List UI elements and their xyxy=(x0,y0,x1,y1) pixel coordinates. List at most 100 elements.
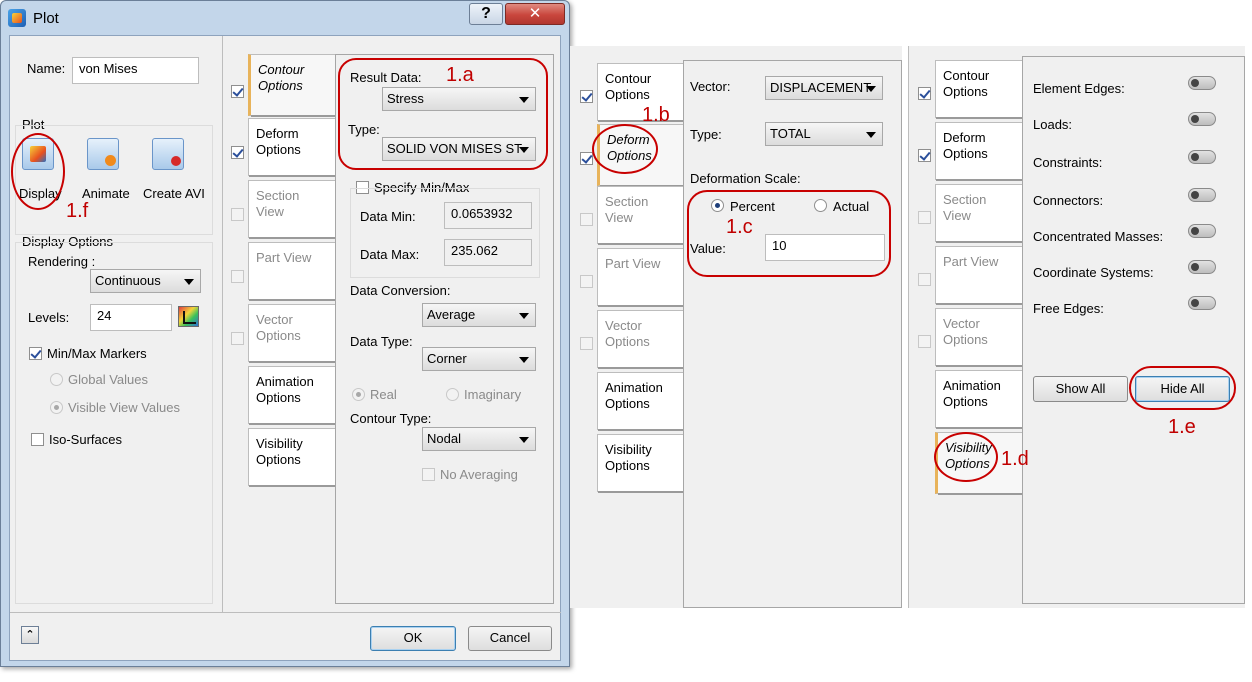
tab-vector-checkbox[interactable] xyxy=(231,332,244,345)
chevron-down-icon xyxy=(866,86,876,92)
vector-select[interactable]: DISPLACEMENT xyxy=(765,76,883,100)
free-edges-toggle[interactable] xyxy=(1188,296,1216,310)
annotation-1b-label: 1.b xyxy=(642,104,670,126)
tab-section-view[interactable]: Section View xyxy=(597,186,683,245)
data-max-label: Data Max: xyxy=(360,247,420,262)
tab-deform-checkbox[interactable] xyxy=(231,146,244,159)
rendering-select[interactable]: Continuous xyxy=(90,269,201,293)
visibility-item-label: Element Edges: xyxy=(1033,81,1125,96)
levels-input[interactable]: 24 xyxy=(90,304,172,331)
column-divider xyxy=(222,36,223,612)
global-values-radio[interactable] xyxy=(50,373,63,386)
imaginary-radio[interactable] xyxy=(446,388,459,401)
tab-vector-options[interactable]: Vector Options xyxy=(597,310,683,369)
annotation-1a-box xyxy=(338,58,548,170)
constraints-toggle[interactable] xyxy=(1188,150,1216,164)
tab-animation-options[interactable]: Animation Options xyxy=(935,370,1022,429)
create-avi-icon xyxy=(171,156,181,166)
connectors-toggle[interactable] xyxy=(1188,188,1216,202)
visibility-item-label: Connectors: xyxy=(1033,193,1104,208)
tab-animation-options[interactable]: Animation Options xyxy=(248,366,335,425)
tab-contour-options[interactable]: Contour Options xyxy=(935,60,1022,119)
close-button[interactable]: ✕ xyxy=(505,3,565,25)
tab-section-view[interactable]: Section View xyxy=(248,180,335,239)
footer-divider xyxy=(10,612,561,613)
tab-part-view[interactable]: Part View xyxy=(597,248,683,307)
tab-vector-options[interactable]: Vector Options xyxy=(935,308,1022,367)
tab-part-view-checkbox[interactable] xyxy=(580,275,593,288)
data-conversion-select[interactable]: Average xyxy=(422,303,536,327)
tab-contour-options[interactable]: Contour Options xyxy=(248,54,335,117)
iso-surfaces-label: Iso-Surfaces xyxy=(49,432,122,447)
tab-deform-options[interactable]: Deform Options xyxy=(935,122,1022,181)
chevron-down-icon xyxy=(519,437,529,443)
coordinate-systems-toggle[interactable] xyxy=(1188,260,1216,274)
annotation-1d-ellipse xyxy=(934,432,998,482)
visibility-options-crop: Contour Options Deform Options Section Vie… xyxy=(908,46,1245,608)
element-edges-toggle[interactable] xyxy=(1188,76,1216,90)
tab-section-view[interactable]: Section View xyxy=(935,184,1022,243)
tab-deform-checkbox[interactable] xyxy=(918,149,931,162)
rendering-label: Rendering : xyxy=(28,254,96,269)
show-all-button[interactable]: Show All xyxy=(1033,376,1128,402)
loads-toggle[interactable] xyxy=(1188,112,1216,126)
no-averaging-checkbox[interactable] xyxy=(422,468,435,481)
iso-surfaces-checkbox[interactable] xyxy=(31,433,44,446)
tab-vector-checkbox[interactable] xyxy=(580,337,593,350)
data-conversion-label: Data Conversion: xyxy=(350,283,451,298)
animate-button[interactable] xyxy=(87,138,119,170)
tab-section-view-checkbox[interactable] xyxy=(580,213,593,226)
annotation-1a-label: 1.a xyxy=(446,64,474,86)
tab-animation-options[interactable]: Animation Options xyxy=(597,372,683,431)
tab-visibility-options[interactable]: Visibility Options xyxy=(597,434,683,493)
close-icon: ✕ xyxy=(528,5,542,22)
data-min-field[interactable]: 0.0653932 xyxy=(444,202,532,229)
tab-section-view-checkbox[interactable] xyxy=(231,208,244,221)
annotation-1b-ellipse xyxy=(592,124,658,174)
annotation-1f-ellipse xyxy=(11,133,65,210)
tab-vector-options[interactable]: Vector Options xyxy=(248,304,335,363)
tab-deform-options[interactable]: Deform Options xyxy=(248,118,335,177)
tab-deform-checkbox[interactable] xyxy=(580,152,593,165)
visible-view-values-radio[interactable] xyxy=(50,401,63,414)
data-type-select[interactable]: Corner xyxy=(422,347,536,371)
real-radio[interactable] xyxy=(352,388,365,401)
visibility-item-label: Concentrated Masses: xyxy=(1033,229,1164,244)
tab-contour-options[interactable]: Contour Options xyxy=(597,63,683,122)
help-button[interactable]: ? xyxy=(469,3,503,25)
tab-visibility-options[interactable]: Visibility Options xyxy=(248,428,335,487)
tab-contour-checkbox[interactable] xyxy=(231,85,244,98)
annotation-1c-box xyxy=(687,190,891,277)
tab-part-view-checkbox[interactable] xyxy=(918,273,931,286)
contour-type-select[interactable]: Nodal xyxy=(422,427,536,451)
visibility-item-label: Constraints: xyxy=(1033,155,1103,170)
cancel-button[interactable]: Cancel xyxy=(468,626,552,651)
no-averaging-label: No Averaging xyxy=(440,467,518,482)
data-type-label: Data Type: xyxy=(350,334,413,349)
ok-button[interactable]: OK xyxy=(370,626,456,651)
contour-type-label: Contour Type: xyxy=(350,411,432,426)
tab-vector-checkbox[interactable] xyxy=(918,335,931,348)
minmax-markers-label: Min/Max Markers xyxy=(47,346,147,361)
minmax-markers-checkbox[interactable] xyxy=(29,347,42,360)
global-values-label: Global Values xyxy=(68,372,148,387)
tab-contour-checkbox[interactable] xyxy=(918,87,931,100)
concentrated-masses-toggle[interactable] xyxy=(1188,224,1216,238)
data-max-field[interactable]: 235.062 xyxy=(444,239,532,266)
tab-contour-checkbox[interactable] xyxy=(580,90,593,103)
tab-part-view-checkbox[interactable] xyxy=(231,270,244,283)
tab-section-view-checkbox[interactable] xyxy=(918,211,931,224)
color-scale-button[interactable] xyxy=(178,306,199,327)
app-icon xyxy=(8,9,26,27)
data-min-label: Data Min: xyxy=(360,209,416,224)
real-label: Real xyxy=(370,387,397,402)
levels-label: Levels: xyxy=(28,310,70,325)
tab-part-view[interactable]: Part View xyxy=(248,242,335,301)
animate-icon xyxy=(105,155,116,166)
expand-button[interactable]: ⌃ xyxy=(21,626,39,644)
deformation-scale-label: Deformation Scale: xyxy=(690,171,801,186)
tab-part-view[interactable]: Part View xyxy=(935,246,1022,305)
deform-type-select[interactable]: TOTAL xyxy=(765,122,883,146)
create-avi-button[interactable] xyxy=(152,138,184,170)
name-input[interactable]: von Mises xyxy=(72,57,199,84)
